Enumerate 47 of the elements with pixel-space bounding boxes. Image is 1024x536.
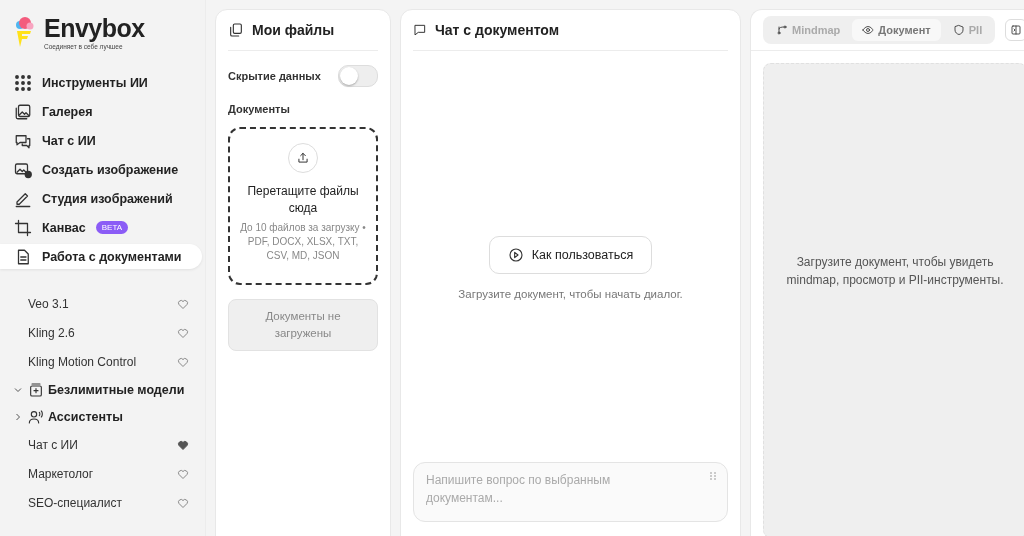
panel-title: Чат с документом (435, 22, 560, 38)
grip-icon (710, 472, 716, 480)
eye-icon (862, 24, 875, 36)
nav-item[interactable]: Галерея (0, 99, 202, 124)
model-item[interactable]: Чат с ИИ (0, 430, 205, 459)
beta-badge: BETA (95, 221, 129, 234)
preview-hint: Загрузите документ, чтобы увидеть mindmap, просмотр и PII-инструменты. (785, 253, 1005, 289)
heart-icon[interactable] (177, 438, 189, 451)
group-header[interactable]: Ассистенты (0, 403, 205, 430)
nav-item[interactable]: Чат с ИИ (0, 128, 202, 153)
nav-item[interactable]: Студия изображений (0, 186, 202, 211)
model-item[interactable]: Kling 2.6 (0, 318, 205, 347)
upload-icon (296, 151, 310, 165)
grid-icon (14, 73, 32, 92)
question-field[interactable]: Напишите вопрос по выбранным документам... (413, 462, 728, 522)
person-icon (28, 408, 44, 425)
gallery-icon (14, 102, 32, 121)
nav-item[interactable]: Создать изображение (0, 157, 202, 182)
model-item[interactable]: Маркетолог (0, 459, 205, 488)
shield-icon (952, 24, 965, 36)
model-item[interactable]: Kling Motion Control (0, 347, 205, 376)
chat-icon (413, 23, 427, 37)
panel-toggle-button[interactable] (1005, 19, 1024, 41)
chat-hint: Загрузите документ, чтобы начать диалог. (458, 288, 683, 300)
model-item[interactable]: Veo 3.1 (0, 289, 205, 318)
drop-hint: До 10 файлов за загрузку • PDF, DOCX, XLSX, TXT, CSV, MD, JSON (239, 221, 367, 263)
nav-item[interactable]: Инструменты ИИ (0, 70, 202, 95)
box-icon (28, 381, 44, 398)
branch-icon (776, 24, 788, 36)
empty-state: Документы не загружены (228, 299, 378, 351)
group-header[interactable]: Безлимитные модели (0, 376, 205, 403)
files-icon (228, 22, 244, 38)
nav-item[interactable]: Работа с документами (0, 244, 202, 269)
drop-zone[interactable]: Перетащите файлы сюда До 10 файлов за загрузку • PDF, DOCX, XLSX, TXT, CSV, MD, JSON (228, 127, 378, 285)
toggle-label: Скрытие данных (228, 70, 321, 82)
nav-item[interactable]: Канвас BETA (0, 215, 202, 240)
drop-title: Перетащите файлы сюда (246, 183, 360, 217)
image-plus-icon (14, 160, 32, 179)
help-button[interactable]: Как пользоваться (488, 236, 653, 274)
section-label: Документы (228, 103, 291, 115)
toggle-switch[interactable] (338, 65, 378, 87)
play-icon (507, 247, 524, 263)
view-tab[interactable]: Документ (852, 19, 941, 41)
panel-title: Мои файлы (252, 22, 335, 38)
panel-icon (1010, 24, 1023, 36)
model-item[interactable]: SEO-специалист (0, 488, 205, 517)
crop-icon (14, 218, 32, 237)
